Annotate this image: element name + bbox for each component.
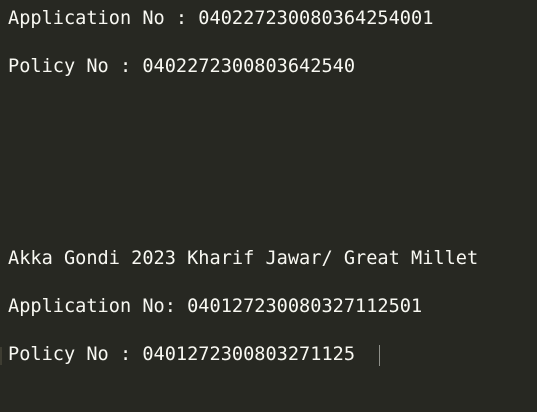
policy-number-line-2: Policy No : 0401272300803271125 (8, 344, 356, 365)
crop-details-line: Akka Gondi 2023 Kharif Jawar/ Great Mill… (8, 248, 479, 269)
text-caret (379, 345, 380, 366)
text-editor[interactable]: Application No : 040227230080364254001 P… (0, 0, 537, 412)
application-number-line: Application No : 040227230080364254001 (8, 8, 434, 29)
policy-number-line: Policy No : 0402272300803642540 (8, 56, 356, 77)
application-number-line-2: Application No: 040127230080327112501 (8, 296, 423, 317)
current-line-marker (0, 347, 2, 365)
